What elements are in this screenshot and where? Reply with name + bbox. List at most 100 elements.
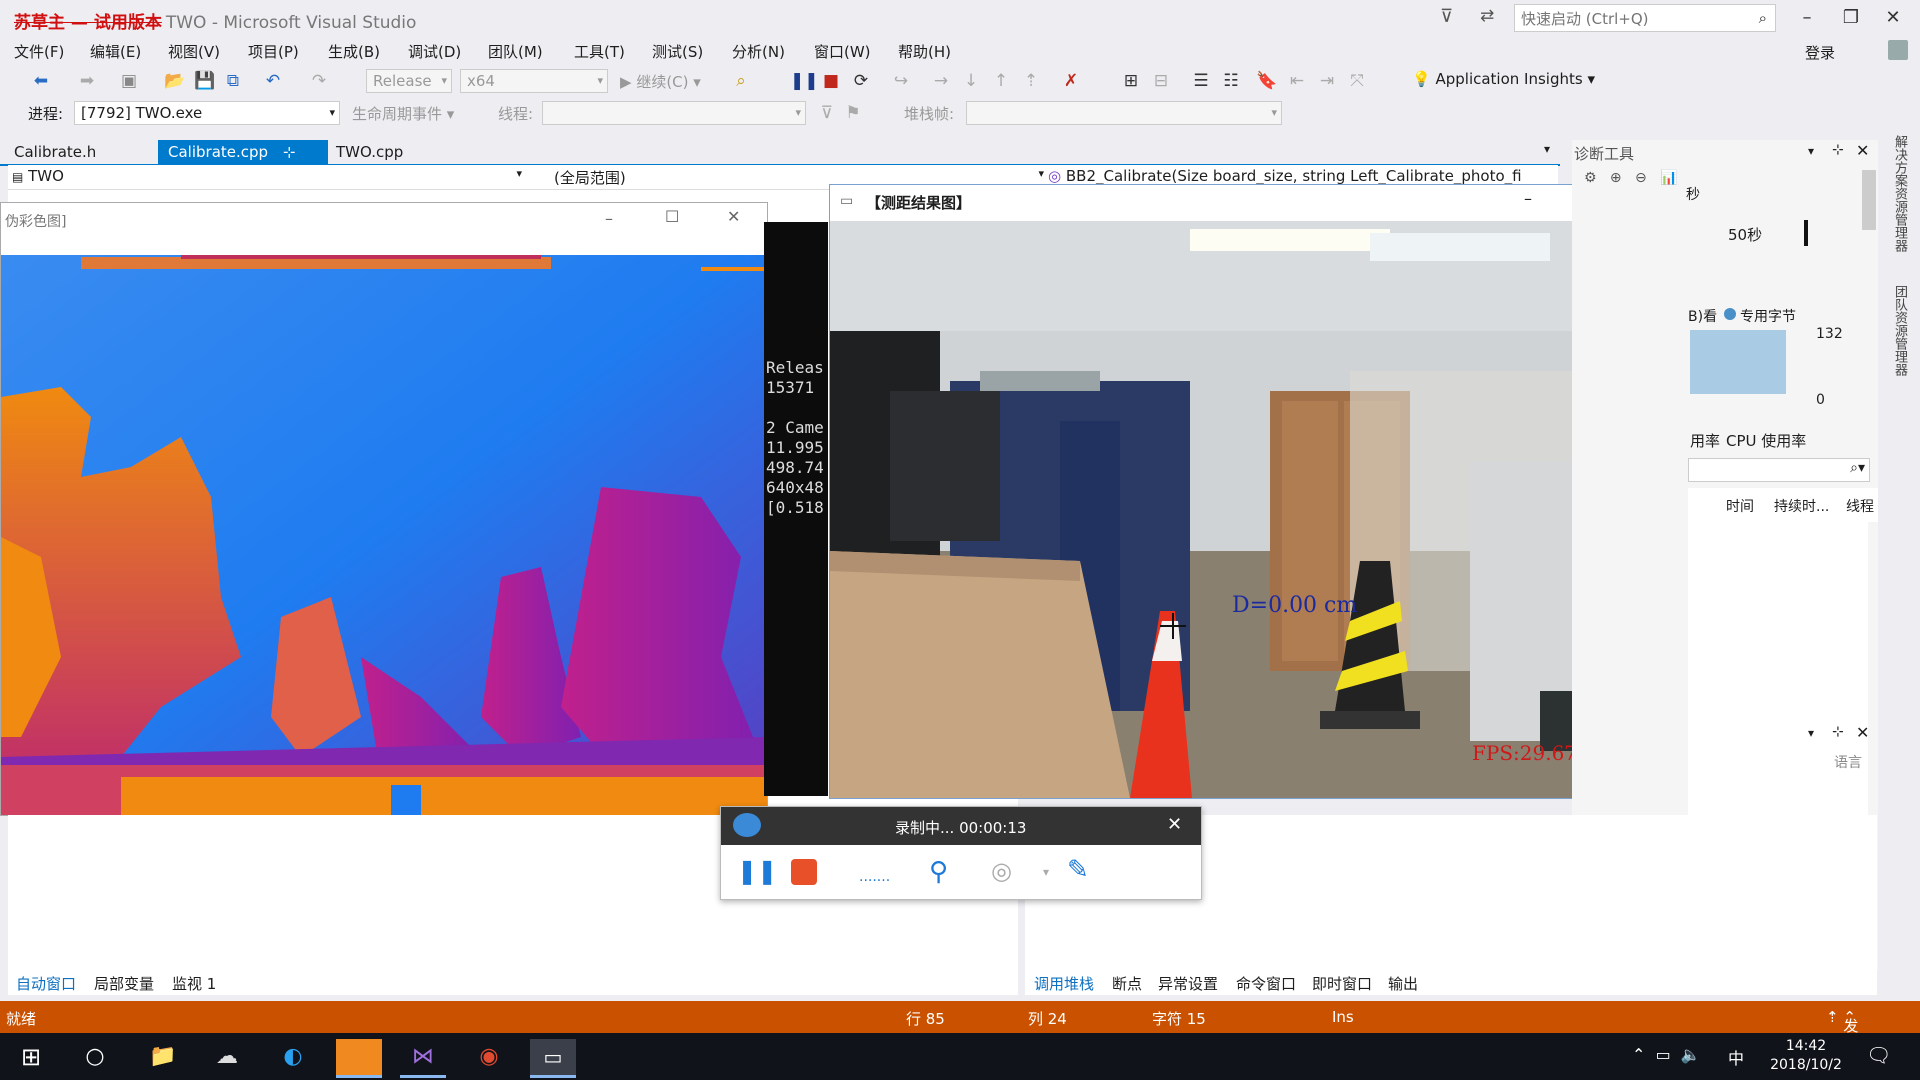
undo-icon[interactable]: ↶ bbox=[262, 70, 284, 92]
visual-studio-icon[interactable]: ⋈ bbox=[400, 1039, 446, 1078]
tab-locals[interactable]: 局部变量 bbox=[94, 973, 154, 994]
stack-frame-select[interactable]: ▾ bbox=[966, 101, 1282, 125]
menu-debug[interactable]: 调试(D) bbox=[408, 41, 461, 62]
screen-recorder-toolbar[interactable]: 录制中... 00:00:13 ✕ ❚❚ ....... ⚲ ◎ ▾ ✎ bbox=[720, 806, 1202, 900]
tab-exception-settings[interactable]: 异常设置 bbox=[1158, 973, 1218, 994]
menu-help[interactable]: 帮助(H) bbox=[898, 41, 951, 62]
menu-view[interactable]: 视图(V) bbox=[168, 41, 220, 62]
filter-icon[interactable]: ⊽ bbox=[1440, 6, 1453, 27]
threads-icon[interactable]: ⊟ bbox=[1150, 70, 1172, 92]
maximize-button[interactable]: ☐ bbox=[665, 207, 679, 226]
open-file-icon[interactable]: 📂 bbox=[164, 70, 186, 92]
hex-display-icon[interactable]: ⊞ bbox=[1120, 70, 1142, 92]
scrollbar[interactable] bbox=[1862, 170, 1876, 230]
distance-result-window[interactable]: ▭ 【测距结果图】 – ☐ ✕ bbox=[829, 184, 1687, 799]
publish-button[interactable]: ⇡ 发布 ⌃ bbox=[1826, 1008, 1858, 1056]
panel-menu-icon-2[interactable]: ▾ bbox=[1808, 726, 1814, 740]
cortana-icon[interactable]: ○ bbox=[72, 1039, 118, 1075]
tab-calibrate-h[interactable]: Calibrate.h bbox=[4, 140, 106, 164]
quick-launch-input[interactable] bbox=[1519, 6, 1743, 32]
menu-test[interactable]: 测试(S) bbox=[652, 41, 703, 62]
bookmark-icon[interactable]: 🔖 bbox=[1256, 70, 1278, 92]
tab-two-cpp[interactable]: TWO.cpp bbox=[326, 140, 413, 164]
forward-icon[interactable]: ➡ bbox=[76, 70, 98, 92]
search-icon[interactable]: ⌕ bbox=[1759, 9, 1767, 27]
exception-icon[interactable]: ✗ bbox=[1060, 70, 1082, 92]
quick-launch[interactable]: ⌕ bbox=[1514, 4, 1776, 32]
depth-image-window[interactable]: 伪彩色图] – ☐ ✕ bbox=[0, 202, 768, 816]
tab-command-window[interactable]: 命令窗口 bbox=[1236, 973, 1296, 994]
cpu-tab-1[interactable]: 用率 bbox=[1690, 430, 1720, 451]
step-out-icon[interactable]: ↑ bbox=[990, 70, 1012, 92]
cpu-usage-tab[interactable]: CPU 使用率 bbox=[1726, 430, 1806, 451]
find-icon[interactable]: ⌕ bbox=[730, 70, 752, 92]
uncomment-icon[interactable]: ☷ bbox=[1220, 70, 1242, 92]
menu-file[interactable]: 文件(F) bbox=[14, 41, 64, 62]
tray-icons[interactable]: ⌃ ▭ 🔈 bbox=[1632, 1045, 1701, 1064]
menu-tools[interactable]: 工具(T) bbox=[574, 41, 625, 62]
tab-autos[interactable]: 自动窗口 bbox=[16, 973, 76, 994]
project-dropdown[interactable]: ▤ TWO ▾ bbox=[12, 167, 522, 187]
process-select[interactable]: [7792] TWO.exe ▾ bbox=[74, 101, 340, 125]
clear-bookmarks-icon[interactable]: ⤧ bbox=[1346, 70, 1368, 92]
pin-icon-2[interactable]: ⊹ bbox=[1832, 724, 1844, 740]
col-thread[interactable]: 线程 bbox=[1846, 496, 1874, 516]
tab-output[interactable]: 输出 bbox=[1388, 973, 1418, 994]
team-explorer-tab[interactable]: 团队资源管理器 bbox=[1890, 285, 1909, 376]
tab-watch-1[interactable]: 监视 1 bbox=[172, 973, 216, 994]
webcam-icon[interactable]: ◎ bbox=[991, 857, 1012, 885]
restart-icon[interactable]: ⟳ bbox=[850, 70, 872, 92]
solution-explorer-tab[interactable]: 解决方案资源管理器 bbox=[1890, 135, 1909, 252]
tab-breakpoints[interactable]: 断点 bbox=[1112, 973, 1142, 994]
chrome-icon[interactable]: ◉ bbox=[466, 1039, 512, 1075]
new-project-icon[interactable]: ▣ bbox=[118, 70, 140, 92]
redo-icon[interactable]: ↷ bbox=[308, 70, 330, 92]
browser-icon[interactable]: ◐ bbox=[270, 1039, 316, 1075]
next-bookmark-icon[interactable]: ⇥ bbox=[1316, 70, 1338, 92]
menu-project[interactable]: 项目(P) bbox=[248, 41, 299, 62]
chevron-down-icon[interactable]: ▾ bbox=[1043, 865, 1049, 879]
step-over-icon[interactable]: ↓ bbox=[960, 70, 982, 92]
close-button[interactable]: ✕ bbox=[1876, 4, 1910, 32]
console-app-icon[interactable]: ▭ bbox=[530, 1039, 576, 1078]
ime-indicator[interactable]: 中 bbox=[1728, 1045, 1744, 1069]
clock[interactable]: 14:42 2018/10/2 bbox=[1756, 1037, 1856, 1075]
save-icon[interactable]: 💾 bbox=[194, 70, 216, 92]
menu-analyze[interactable]: 分析(N) bbox=[732, 41, 785, 62]
close-panel-icon[interactable]: ✕ bbox=[1856, 141, 1869, 160]
search-icon[interactable]: ⌕▾ bbox=[1850, 460, 1865, 476]
pen-icon[interactable]: ✎ bbox=[1067, 855, 1089, 885]
back-icon[interactable]: ⬅ bbox=[30, 70, 52, 92]
stop-icon[interactable]: ■ bbox=[820, 70, 842, 92]
platform-select[interactable]: x64 ▾ bbox=[460, 69, 608, 93]
close-recorder-button[interactable]: ✕ bbox=[1167, 814, 1182, 835]
timeline-cursor[interactable] bbox=[1804, 220, 1808, 246]
menu-window[interactable]: 窗口(W) bbox=[814, 41, 871, 62]
close-button[interactable]: ✕ bbox=[727, 207, 740, 226]
pause-recording-button[interactable]: ❚❚ bbox=[737, 857, 777, 885]
start-button[interactable]: ⊞ bbox=[8, 1039, 54, 1075]
show-next-statement-icon[interactable]: ↪ bbox=[890, 70, 912, 92]
step-out-2-icon[interactable]: ⇡ bbox=[1020, 70, 1042, 92]
tab-call-stack[interactable]: 调用堆栈 bbox=[1034, 973, 1094, 994]
events-list[interactable] bbox=[1688, 522, 1868, 852]
tab-calibrate-cpp[interactable]: Calibrate.cpp ⊹ ✕ bbox=[158, 140, 328, 185]
prev-bookmark-icon[interactable]: ⇤ bbox=[1286, 70, 1308, 92]
stop-recording-button[interactable] bbox=[791, 859, 817, 885]
action-center-icon[interactable]: 🗨 bbox=[1866, 1043, 1891, 1067]
comment-icon[interactable]: ☰ bbox=[1190, 70, 1212, 92]
minimize-button[interactable]: – bbox=[605, 209, 613, 228]
pin-icon[interactable]: ⊹ bbox=[1832, 142, 1844, 158]
restore-button[interactable]: ❐ bbox=[1834, 4, 1868, 32]
configuration-select[interactable]: Release ▾ bbox=[366, 69, 452, 93]
minimize-button[interactable]: – bbox=[1790, 4, 1824, 32]
diag-search-input[interactable]: ⌕▾ bbox=[1688, 458, 1870, 482]
close-panel-icon-2[interactable]: ✕ bbox=[1856, 723, 1869, 742]
application-insights-button[interactable]: 💡 Application Insights ▾ bbox=[1412, 70, 1595, 88]
pin-icon[interactable]: ⊹ bbox=[283, 143, 296, 161]
menu-edit[interactable]: 编辑(E) bbox=[90, 41, 141, 62]
menu-team[interactable]: 团队(M) bbox=[488, 41, 543, 62]
col-duration[interactable]: 持续时... bbox=[1774, 496, 1829, 516]
step-into-icon[interactable]: → bbox=[930, 70, 952, 92]
tab-list-icon[interactable]: ▾ bbox=[1544, 142, 1550, 156]
